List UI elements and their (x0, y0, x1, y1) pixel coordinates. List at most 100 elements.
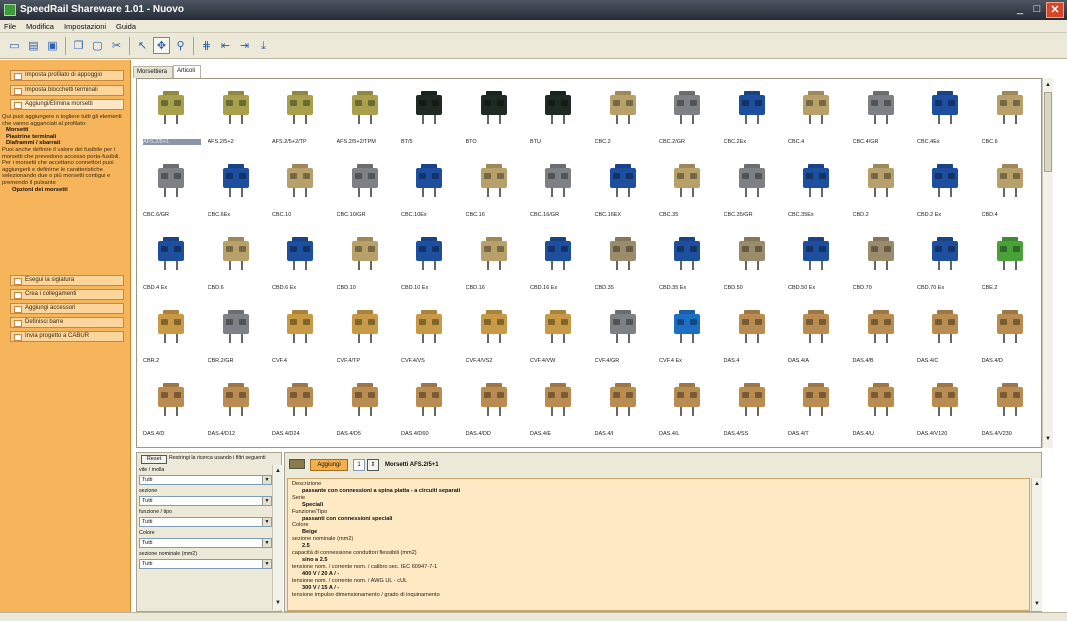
add-button[interactable]: Aggiungi (310, 459, 348, 471)
article-tile[interactable]: DAS.4/L (656, 375, 718, 443)
chevron-down-icon[interactable]: ▼ (262, 539, 271, 547)
article-tile[interactable]: AFS.2/5+2/TP (269, 83, 331, 151)
copy-icon[interactable]: ❐ (70, 37, 87, 54)
filter-select-screw[interactable]: Tutti ▼ (139, 475, 272, 485)
article-tile[interactable]: DAS.4/D60 (398, 375, 460, 443)
rail-icon[interactable]: ⋕ (198, 37, 215, 54)
close-button[interactable]: ✕ (1046, 2, 1064, 18)
connections-button[interactable]: Crea i collegamenti (10, 289, 124, 300)
article-tile[interactable]: DAS.4/V230 (978, 375, 1041, 443)
labeling-button[interactable]: Esegui la siglatura (10, 275, 124, 286)
filter-select-color[interactable]: Tutti ▼ (139, 538, 272, 548)
article-tile[interactable]: CVF.4/VS2 (462, 302, 525, 370)
article-tile[interactable]: CBD.16 Ex (527, 229, 589, 297)
filter-scrollbar[interactable]: ▲ ▼ (272, 465, 283, 610)
article-tile[interactable]: DAS.4/D5 (333, 375, 396, 443)
article-tile[interactable]: CBD.6 (204, 229, 267, 297)
add-remove-terminals-button[interactable]: Aggiungi/Elimina morsetti (10, 99, 124, 110)
article-tile[interactable]: CVF.4/VW (527, 302, 589, 370)
article-tile[interactable]: CBD.70 (849, 229, 912, 297)
article-tile[interactable]: DAS.4/A (785, 302, 847, 370)
article-tile[interactable]: CBD.4 Ex (140, 229, 202, 297)
article-tile[interactable]: DAS.4/T (785, 375, 847, 443)
quantity-spinner-icon[interactable]: ⇕ (367, 459, 379, 471)
maximize-button[interactable]: □ (1029, 2, 1045, 18)
save-icon[interactable]: ▣ (44, 37, 61, 54)
set-end-blocks-button[interactable]: Imposta blocchetti terminali (10, 85, 124, 96)
article-tile[interactable]: DAS.4/U (849, 375, 912, 443)
article-tile[interactable]: CBD.6 Ex (269, 229, 331, 297)
article-tile[interactable]: CBC.6 (978, 83, 1041, 151)
article-tile[interactable]: DAS.4/SS (720, 375, 783, 443)
article-tile[interactable]: CBD.35 Ex (656, 229, 718, 297)
filter-select-section[interactable]: Tutti ▼ (139, 496, 272, 506)
article-tile[interactable]: CBC.35/GR (720, 156, 783, 224)
article-tile[interactable]: DAS.4/V120 (914, 375, 976, 443)
article-tile[interactable]: AFS.2/5+1 (140, 83, 202, 151)
article-tile[interactable]: BTO (462, 83, 525, 151)
article-tile[interactable]: CVF.4 (269, 302, 331, 370)
accessories-button[interactable]: Aggiungi accessori (10, 303, 124, 314)
insert-left-icon[interactable]: ⇤ (217, 37, 234, 54)
article-tile[interactable]: CVF.4/TP (333, 302, 396, 370)
chevron-down-icon[interactable]: ▼ (262, 518, 271, 526)
bars-button[interactable]: Definisci barre (10, 317, 124, 328)
article-tile[interactable]: DAS.4/DD (462, 375, 525, 443)
article-tile[interactable]: CBC.16/GR (527, 156, 589, 224)
article-tile[interactable]: CBD.10 Ex (398, 229, 460, 297)
article-tile[interactable]: CBR.2 (140, 302, 202, 370)
article-tile[interactable]: CBD.50 (720, 229, 783, 297)
chevron-down-icon[interactable]: ▼ (262, 560, 271, 568)
article-tile[interactable]: BTU (527, 83, 589, 151)
article-tile[interactable]: DAS.4 (720, 302, 783, 370)
scroll-up-icon[interactable]: ▲ (273, 466, 283, 476)
scroll-thumb[interactable] (1044, 92, 1052, 172)
pointer-icon[interactable]: ↖ (134, 37, 151, 54)
article-tile[interactable]: CBC.6Ex (204, 156, 267, 224)
article-tile[interactable]: BT/5 (398, 83, 460, 151)
article-tile[interactable]: DAS.4/E (527, 375, 589, 443)
article-tile[interactable]: DAS.4/D (140, 375, 202, 443)
filter-select-nominal-section[interactable]: Tutti ▼ (139, 559, 272, 569)
article-tile[interactable]: CBD.2 Ex (914, 156, 976, 224)
article-tile[interactable]: CBD.2 (849, 156, 912, 224)
article-tile[interactable]: CBC.10Ex (398, 156, 460, 224)
article-tile[interactable]: CBD.10 (333, 229, 396, 297)
article-tile[interactable]: DAS.4/D (978, 302, 1041, 370)
article-tile[interactable]: CBC.16EX (591, 156, 654, 224)
move-icon[interactable]: ✥ (153, 37, 170, 54)
open-icon[interactable]: ▤ (25, 37, 42, 54)
article-tile[interactable]: CBE.2 (978, 229, 1041, 297)
article-tile[interactable]: DAS.4/D24 (269, 375, 331, 443)
tab-morsettiera[interactable]: Morsettiera (133, 66, 173, 78)
article-tile[interactable]: CVF.4 Ex (656, 302, 718, 370)
article-tile[interactable]: AFS.2/5+2/TPM (333, 83, 396, 151)
chevron-down-icon[interactable]: ▼ (262, 476, 271, 484)
menu-impostazioni[interactable]: Impostazioni (60, 20, 110, 33)
article-tile[interactable]: CBC.16 (462, 156, 525, 224)
article-tile[interactable]: CBC.4/GR (849, 83, 912, 151)
scroll-down-icon[interactable]: ▼ (1043, 434, 1053, 444)
article-tile[interactable]: CBD.16 (462, 229, 525, 297)
detail-scrollbar[interactable]: ▲ ▼ (1031, 478, 1042, 611)
article-tile[interactable]: CVF.4/VS (398, 302, 460, 370)
article-tile[interactable]: CBD.70 Ex (914, 229, 976, 297)
menu-file[interactable]: File (0, 20, 20, 33)
article-tile[interactable]: DAS.4/C (914, 302, 976, 370)
tab-articoli[interactable]: Articoli (173, 65, 201, 78)
scroll-down-icon[interactable]: ▼ (1032, 599, 1042, 609)
send-project-button[interactable]: Invia progetto a CABUR (10, 331, 124, 342)
quantity-field[interactable]: 1 (353, 459, 365, 471)
article-tile[interactable]: CBR.2/GR (204, 302, 267, 370)
scroll-up-icon[interactable]: ▲ (1043, 80, 1053, 90)
filter-select-function[interactable]: Tutti ▼ (139, 517, 272, 527)
article-tile[interactable]: CBC.10/GR (333, 156, 396, 224)
grid-scrollbar[interactable]: ▲ ▼ (1042, 78, 1053, 448)
cut-icon[interactable]: ✂ (108, 37, 125, 54)
insert-right-icon[interactable]: ⇥ (236, 37, 253, 54)
article-tile[interactable]: DAS.4/I (591, 375, 654, 443)
menu-modifica[interactable]: Modifica (22, 20, 58, 33)
scroll-up-icon[interactable]: ▲ (1032, 479, 1042, 489)
article-tile[interactable]: CBD.4 (978, 156, 1041, 224)
article-tile[interactable]: CVF.4/GR (591, 302, 654, 370)
